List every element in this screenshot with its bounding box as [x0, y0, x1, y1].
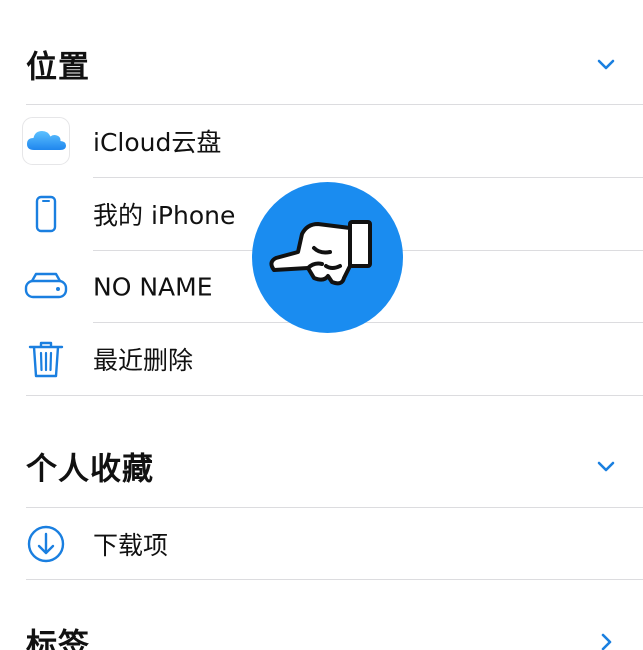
divider: [26, 579, 643, 580]
files-browse-screen: 位置 iCloud云盘 我的 iPhone NO NAME 最近删除 个人收藏 …: [0, 0, 643, 650]
tags-title: 标签: [26, 627, 90, 650]
drive-icon: [22, 263, 70, 311]
location-item-label: 最近删除: [93, 346, 194, 375]
pointing-hand-icon: [269, 220, 372, 286]
trash-icon: [22, 335, 70, 383]
favorites-section-header[interactable]: 个人收藏: [0, 436, 643, 496]
favorite-item-downloads[interactable]: 下载项: [0, 508, 643, 580]
chevron-down-icon[interactable]: [595, 53, 617, 75]
favorite-item-label: 下载项: [93, 531, 169, 560]
favorites-title: 个人收藏: [26, 451, 154, 488]
pointing-hand-overlay: [252, 182, 403, 333]
location-item-icloud[interactable]: iCloud云盘: [0, 105, 643, 177]
location-item-label: iCloud云盘: [93, 128, 222, 157]
tags-section-header[interactable]: 标签: [0, 612, 643, 650]
divider: [26, 395, 643, 396]
location-item-label: 我的 iPhone: [93, 201, 236, 230]
iphone-icon: [22, 190, 70, 238]
chevron-right-icon[interactable]: [595, 631, 617, 650]
location-item-recently-deleted[interactable]: 最近删除: [0, 323, 643, 395]
icloud-icon: [22, 117, 70, 165]
download-icon: [22, 520, 70, 568]
locations-title: 位置: [26, 49, 90, 86]
location-item-label: NO NAME: [93, 272, 213, 302]
chevron-down-icon[interactable]: [595, 455, 617, 477]
locations-section-header[interactable]: 位置: [0, 34, 643, 94]
